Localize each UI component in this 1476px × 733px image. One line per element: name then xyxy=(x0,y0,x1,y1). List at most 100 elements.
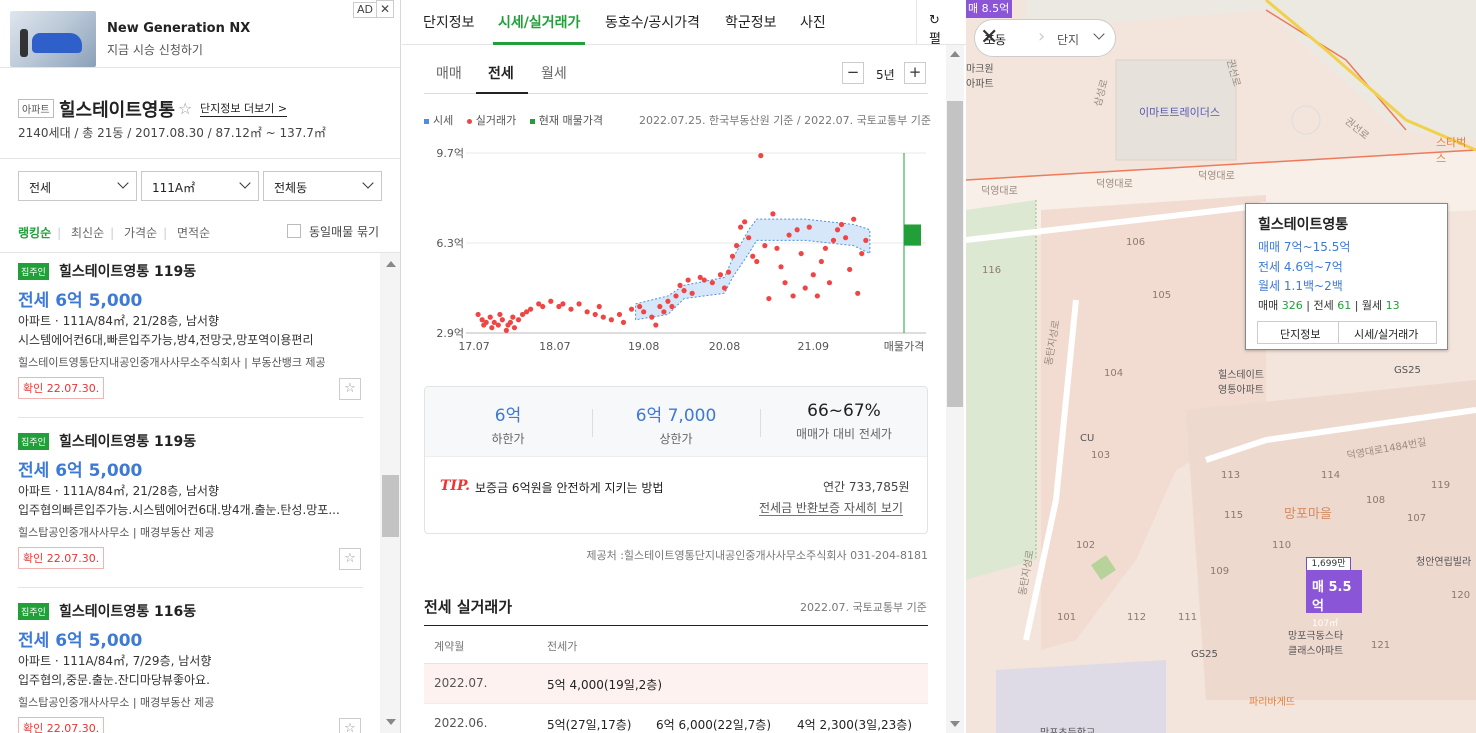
list-item[interactable]: 집주인 힐스테이트영통 119동 전세 6억 5,000 아파트 · 111A/… xyxy=(0,253,380,423)
actual-trade-point xyxy=(786,232,792,238)
map-apt-label[interactable]: 힐스테이트 영통아파트 xyxy=(1218,366,1264,396)
close-icon[interactable]: ✕ xyxy=(376,0,394,18)
actual-trade-point xyxy=(507,319,514,326)
price-stats-box: 6억 하한가 6억 7,000 상한가 66~67% 매매가 대비 전세가 TIP. … xyxy=(424,386,928,534)
scroll-thumb[interactable] xyxy=(947,101,963,407)
building-select[interactable]: 전체동 xyxy=(263,171,382,201)
listing-spec: 아파트 · 111A/84㎡, 21/28층, 남서향 xyxy=(18,314,219,328)
actual-trade-point xyxy=(818,258,824,265)
list-item[interactable]: 집주인 힐스테이트영통 119동 전세 6억 5,000 아파트 · 111A/… xyxy=(0,423,380,593)
sort-area[interactable]: 면적순 xyxy=(177,226,210,240)
group-same-label[interactable]: 동일매물 묶기 xyxy=(309,223,379,240)
popup-buttons: 단지정보 시세/실거래가 xyxy=(1257,321,1437,344)
group-same-checkbox[interactable] xyxy=(287,224,301,238)
divider: › xyxy=(1038,26,1046,47)
ad-subtitle[interactable]: 지금 시승 신청하기 xyxy=(107,41,203,58)
map-poi-gs25[interactable]: GS25 xyxy=(1394,365,1421,376)
scroll-up-icon[interactable] xyxy=(950,51,960,57)
close-icon[interactable]: ✕ xyxy=(980,27,998,49)
building-number: 106 xyxy=(1126,237,1146,248)
tab-unit[interactable]: 동호수/공시가격 xyxy=(605,12,700,32)
popup-price-button[interactable]: 시세/실거래가 xyxy=(1354,326,1418,342)
sort-ranking[interactable]: 랭킹순 xyxy=(18,226,51,240)
period-minus-button[interactable]: − xyxy=(842,62,864,84)
chevron-down-icon xyxy=(117,177,129,189)
count-sale-label: 매매 xyxy=(1258,299,1279,312)
area-select[interactable]: 111A㎡ xyxy=(141,171,259,201)
popup-jeonse-range[interactable]: 전세 4.6억~7억 xyxy=(1258,258,1343,275)
map-poi-gs25[interactable]: GS25 xyxy=(1191,649,1218,660)
guarantee-link[interactable]: 전세금 반환보증 자세히 보기 xyxy=(759,501,903,516)
ad-image[interactable] xyxy=(10,11,96,67)
complex-filter[interactable]: 단지 xyxy=(1057,31,1079,48)
owner-tag: 집주인 xyxy=(18,603,49,620)
star-icon[interactable]: ☆ xyxy=(178,99,192,118)
map-poi-starbucks[interactable]: 스타벅스 xyxy=(1436,134,1476,166)
scroll-down-icon[interactable] xyxy=(950,721,960,727)
listing-spec: 아파트 · 111A/84㎡, 21/28층, 남서향 xyxy=(18,484,219,498)
star-icon[interactable]: ☆ xyxy=(339,548,361,570)
x-tick-label: 18.07 xyxy=(539,340,571,353)
provider-note: 제공처 :힐스테이트영통단지내공인중개사사무소주식회사 031-204-8181 xyxy=(586,549,928,562)
trade-type-select[interactable]: 전세 xyxy=(18,171,137,201)
sort-price[interactable]: 가격순 xyxy=(124,226,157,240)
popup-monthly-range[interactable]: 월세 1.1백~2백 xyxy=(1258,277,1343,294)
tab-photo[interactable]: 사진 xyxy=(800,12,826,32)
actual-trade-point xyxy=(847,266,853,273)
actual-trade-point xyxy=(628,306,635,312)
map-poi-bakery[interactable]: 파리바게뜨 xyxy=(1249,693,1295,708)
actual-trade-point xyxy=(540,303,546,310)
count-jeonse-label: 전세 xyxy=(1313,299,1334,312)
map-poi-cu[interactable]: CU xyxy=(1080,433,1094,444)
complex-info-link[interactable]: 단지정보 더보기 > xyxy=(200,102,288,117)
map-price-tag[interactable]: 매 8.5억 xyxy=(966,0,1012,18)
stats-row: 6억 하한가 6억 7,000 상한가 66~67% 매매가 대비 전세가 xyxy=(425,387,927,457)
map-listing-marker[interactable]: 1,699만 매 5.5억 107㎡ xyxy=(1306,557,1362,629)
building-number: 104 xyxy=(1104,368,1124,379)
actual-trade-point xyxy=(677,282,683,288)
map-apt-label[interactable]: 망포극동스타 클래스아파트 xyxy=(1288,627,1343,657)
actual-trade-point xyxy=(510,314,516,320)
subtab-jeonse[interactable]: 전세 xyxy=(488,63,514,83)
detail-scrollbar[interactable] xyxy=(946,45,964,733)
expand-button[interactable]: ↻ 펼 xyxy=(916,0,966,47)
star-icon[interactable]: ☆ xyxy=(339,378,361,400)
actual-trade-point xyxy=(689,290,695,296)
actual-trade-point xyxy=(515,317,522,323)
actual-trade-point xyxy=(548,298,554,304)
actual-trade-point xyxy=(641,309,647,315)
listing-list: 집주인 힐스테이트영통 119동 전세 6억 5,000 아파트 · 111A/… xyxy=(0,253,380,733)
star-icon[interactable]: ☆ xyxy=(339,718,361,733)
map-poi-school[interactable]: 망포초등학교 xyxy=(1040,724,1095,733)
trade-subtabs: 매매 전세 월세 − 5년 + xyxy=(424,58,928,94)
divider: | xyxy=(110,226,115,240)
listing-scrollbar[interactable] xyxy=(380,253,400,733)
subtab-monthly[interactable]: 월세 xyxy=(541,63,567,83)
actual-trade-point xyxy=(822,245,829,251)
list-item[interactable]: 집주인 힐스테이트영통 116동 전세 6억 5,000 아파트 · 111A/… xyxy=(0,593,380,733)
period-plus-button[interactable]: + xyxy=(904,62,926,84)
map-poi-emart[interactable]: 이마트트레이더스 xyxy=(1139,104,1220,120)
owner-tag: 집주인 xyxy=(18,433,49,450)
listing-agent: 힐스탑공인중개사사무소 | 매경부동산 제공 xyxy=(18,696,215,709)
map[interactable]: 매 8.5억 포동 › 단지 마크원 아파트 이마트트레이더스 스타벅스 덕영대… xyxy=(966,0,1476,733)
actual-trade-point xyxy=(834,227,841,233)
listing-panel: New Generation NX 지금 시승 신청하기 AD ✕ 아파트 힐스… xyxy=(0,0,401,733)
scroll-thumb[interactable] xyxy=(382,475,399,537)
popup-sale-range[interactable]: 매매 7억~15.5억 xyxy=(1258,238,1350,255)
popup-info-button[interactable]: 단지정보 xyxy=(1280,326,1320,342)
sort-latest[interactable]: 최신순 xyxy=(71,226,104,240)
scroll-down-icon[interactable] xyxy=(386,719,396,725)
ad-banner[interactable]: New Generation NX 지금 시승 신청하기 AD ✕ xyxy=(0,0,400,68)
subtab-sale[interactable]: 매매 xyxy=(436,63,462,83)
tab-complex-info[interactable]: 단지정보 xyxy=(423,12,475,32)
legend-market: 시세 xyxy=(424,114,453,127)
tab-price[interactable]: 시세/실거래가 xyxy=(498,12,580,32)
tab-school[interactable]: 학군정보 xyxy=(725,12,777,32)
ad-title[interactable]: New Generation NX xyxy=(107,21,250,36)
price-chart[interactable]: 9.7억 6.3억 2.9억17.07 18.07 19.08 20.08 21.09 매물가… xyxy=(424,140,954,360)
building-number: 115 xyxy=(1224,510,1244,521)
scroll-up-icon[interactable] xyxy=(386,261,396,267)
building-number: 110 xyxy=(1272,540,1292,551)
complex-popup[interactable]: 힐스테이트영통 매매 7억~15.5억 전세 4.6억~7억 월세 1.1백~2… xyxy=(1245,203,1448,350)
